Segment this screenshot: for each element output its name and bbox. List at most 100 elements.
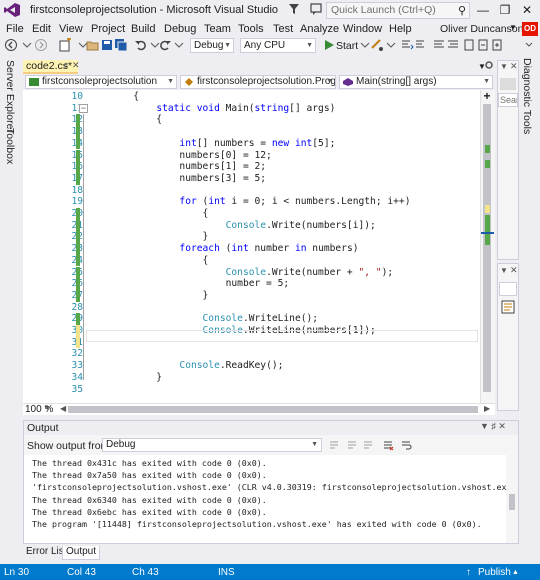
class-dropdown[interactable]: firstconsoleprojectsolution.Program ▼	[180, 75, 336, 89]
search-icon[interactable]: ⚲	[458, 4, 466, 17]
menu-help[interactable]: Help	[389, 23, 412, 35]
go-to-next-icon[interactable]	[362, 439, 374, 451]
code-line[interactable]: numbers[3] = 5;	[87, 173, 266, 185]
code-line[interactable]: Console.WriteLine();	[87, 313, 319, 325]
open-folder-icon[interactable]	[86, 38, 100, 52]
tab-output[interactable]: Output	[62, 546, 101, 560]
filter-icon[interactable]	[288, 3, 300, 15]
code-line[interactable]: }	[87, 290, 209, 302]
code-line[interactable]: static void Main(string[] args)	[87, 103, 335, 115]
step-into-icon[interactable]	[400, 38, 414, 52]
split-editor-icon[interactable]: +	[481, 90, 493, 102]
chevron-down-icon[interactable]: ▼	[500, 266, 508, 275]
redo-icon[interactable]	[158, 38, 172, 52]
output-text-area[interactable]: The thread 0x431c has exited with code 0…	[24, 455, 506, 543]
code-line[interactable]: int[] numbers = new int[5];	[87, 138, 335, 150]
tab-code2-cs[interactable]: code2.cs*	[23, 60, 78, 74]
chevron-down-icon[interactable]: ▼	[509, 23, 517, 32]
menu-file[interactable]: File	[6, 23, 24, 35]
step-over-icon[interactable]	[414, 38, 428, 52]
chevron-down-icon[interactable]	[172, 38, 186, 52]
menu-tools[interactable]: Tools	[238, 23, 264, 35]
code-line[interactable]: Console.ReadKey();	[87, 360, 283, 372]
feedback-icon[interactable]	[310, 2, 324, 16]
property-pages-icon[interactable]	[500, 300, 516, 314]
output-scroll-thumb[interactable]	[509, 494, 515, 510]
back-icon[interactable]	[4, 38, 18, 52]
code-line[interactable]: {	[87, 91, 139, 103]
code-line[interactable]: foreach (int number in numbers)	[87, 243, 358, 255]
menu-build[interactable]: Build	[131, 23, 155, 35]
editor-horizontal-scroll-thumb[interactable]	[68, 406, 478, 413]
close-button[interactable]: ✕	[516, 0, 538, 20]
minimize-button[interactable]: —	[472, 0, 494, 20]
code-line[interactable]: {	[87, 255, 209, 267]
output-source-dropdown[interactable]: Debug ▼	[102, 438, 322, 452]
chevron-down-icon[interactable]	[20, 38, 34, 52]
tab-diagnostic-tools[interactable]: Diagnostic Tools	[521, 58, 533, 134]
menu-analyze[interactable]: Analyze	[300, 23, 339, 35]
save-icon[interactable]	[100, 38, 114, 52]
code-line[interactable]: {	[87, 114, 162, 126]
tab-server-explorer[interactable]: Server Explorer	[4, 60, 16, 133]
undo-icon[interactable]	[134, 38, 148, 52]
code-line[interactable]: for (int i = 0; i < numbers.Length; i++)	[87, 196, 410, 208]
scroll-right-icon[interactable]: ▶	[484, 404, 490, 413]
menu-test[interactable]: Test	[273, 23, 293, 35]
code-editor[interactable]: 1011121314151617181920212223242526272829…	[23, 90, 495, 403]
browser-link-icon[interactable]	[370, 38, 384, 52]
code-line[interactable]: {	[87, 208, 209, 220]
save-all-icon[interactable]	[114, 38, 128, 52]
chevron-down-icon[interactable]: ▼	[44, 405, 51, 412]
scroll-left-icon[interactable]: ◀	[60, 404, 66, 413]
bookmark-next-icon[interactable]	[490, 38, 504, 52]
code-line[interactable]: Console.Write(number + ", ");	[87, 267, 394, 279]
menu-project[interactable]: Project	[91, 23, 125, 35]
menu-edit[interactable]: Edit	[32, 23, 51, 35]
code-line[interactable]: numbers[1] = 2;	[87, 161, 266, 173]
search-input[interactable]: Sear	[498, 93, 518, 107]
bookmark-prev-icon[interactable]	[476, 38, 490, 52]
properties-dropdown[interactable]	[499, 282, 517, 296]
output-window-controls[interactable]: ▼ ♯ ✕	[480, 421, 506, 432]
member-dropdown[interactable]: Main(string[] args) ▼	[339, 75, 493, 89]
menu-window[interactable]: Window	[343, 23, 382, 35]
uncomment-icon[interactable]	[446, 38, 460, 52]
gear-icon[interactable]	[484, 60, 494, 70]
close-icon[interactable]: ✕	[510, 265, 518, 276]
restore-button[interactable]: ❐	[494, 0, 516, 20]
project-dropdown[interactable]: firstconsoleprojectsolution ▼	[25, 75, 177, 89]
menu-team[interactable]: Team	[204, 23, 231, 35]
new-project-icon[interactable]	[58, 38, 72, 52]
close-icon[interactable]: ✕	[510, 61, 518, 72]
avatar[interactable]: OD	[522, 22, 538, 36]
code-line[interactable]: }	[87, 231, 209, 243]
pin-icon[interactable]: ♯	[64, 61, 68, 70]
toolbar-overflow-icon[interactable]	[522, 38, 536, 52]
arrow-up-icon[interactable]: ↑	[466, 567, 471, 578]
find-message-icon[interactable]	[328, 439, 340, 451]
play-icon[interactable]	[322, 38, 336, 52]
tab-toolbox[interactable]: Toolbox	[4, 128, 16, 164]
chevron-down-icon[interactable]: ▼	[500, 62, 508, 71]
code-line[interactable]: number = 5;	[87, 278, 290, 290]
code-line[interactable]: }	[87, 372, 162, 384]
comment-out-icon[interactable]	[432, 38, 446, 52]
close-icon[interactable]: ✕	[72, 60, 80, 71]
code-line[interactable]: numbers[0] = 12;	[87, 150, 271, 162]
forward-icon[interactable]	[34, 38, 48, 52]
bookmark-icon[interactable]	[462, 38, 476, 52]
word-wrap-icon[interactable]	[400, 439, 412, 451]
publish-button[interactable]: Publish	[478, 567, 511, 578]
go-to-previous-icon[interactable]	[346, 439, 358, 451]
chevron-down-icon[interactable]	[384, 38, 398, 52]
solution-configuration-dropdown[interactable]: Debug ▼	[190, 38, 234, 53]
code-line[interactable]: Console.Write(numbers[i]);	[87, 220, 376, 232]
menu-debug[interactable]: Debug	[164, 23, 196, 35]
clear-all-icon[interactable]	[382, 439, 394, 451]
start-button[interactable]: Start	[336, 40, 358, 52]
solution-platform-dropdown[interactable]: Any CPU ▼	[240, 38, 316, 53]
menu-view[interactable]: View	[59, 23, 83, 35]
collapse-toggle[interactable]: −	[79, 104, 88, 113]
tool-window-toolbar[interactable]	[500, 78, 516, 90]
